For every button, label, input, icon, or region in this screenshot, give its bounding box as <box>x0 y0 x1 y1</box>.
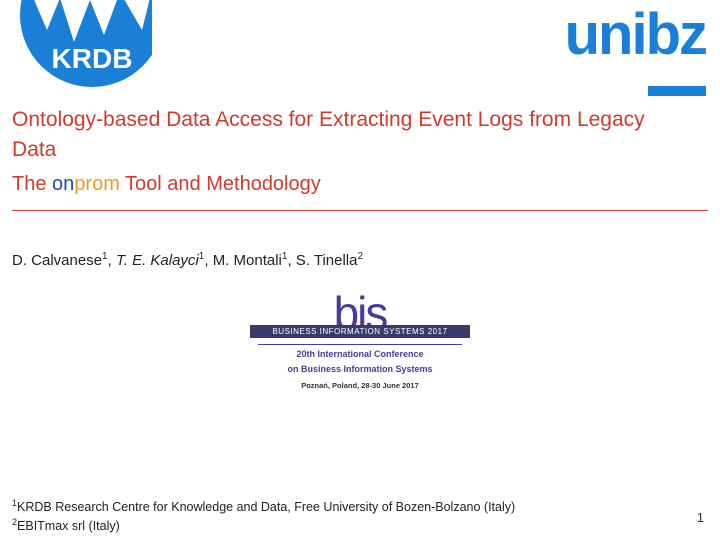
header: KRDB unibz <box>0 0 720 96</box>
bis-divider <box>258 344 462 345</box>
conference-location: Poznań, Poland, 28-30 June 2017 <box>250 381 470 390</box>
title-line-2: Data <box>12 136 708 164</box>
unibz-logo-text: unibz <box>565 0 706 64</box>
author-3: M. Montali <box>213 252 282 269</box>
page-number: 1 <box>697 510 704 525</box>
author-1: D. Calvanese <box>12 252 102 269</box>
subtitle: The onprom Tool and Methodology <box>12 171 708 198</box>
conference-subtitle-2: on Business Information Systems <box>250 364 470 375</box>
conference-subtitle-1: 20th International Conference <box>250 349 470 360</box>
bis-banner: BUSINESS INFORMATION SYSTEMS 2017 <box>250 325 470 338</box>
subtitle-prefix: The <box>12 173 52 195</box>
conference-logo: bis BUSINESS INFORMATION SYSTEMS 2017 20… <box>250 295 470 390</box>
title-block: Ontology-based Data Access for Extractin… <box>0 96 720 198</box>
author-sep-2: , <box>204 252 212 269</box>
onprom-prom: prom <box>74 173 120 195</box>
title-line-1: Ontology-based Data Access for Extractin… <box>12 106 708 134</box>
unibz-logo: unibz <box>565 0 708 96</box>
author-sep-3: , <box>287 252 295 269</box>
affiliation-2: 2EBITmax srl (Italy) <box>12 516 515 535</box>
affiliation-1: 1KRDB Research Centre for Knowledge and … <box>12 497 515 516</box>
author-sep-1: , <box>108 252 116 269</box>
krdb-logo: KRDB <box>12 0 152 90</box>
author-4: S. Tinella <box>296 252 358 269</box>
authors: D. Calvanese1, T. E. Kalayci1, M. Montal… <box>0 211 720 269</box>
unibz-logo-bar <box>648 86 706 96</box>
krdb-logo-text: KRDB <box>52 43 133 74</box>
author-2: T. E. Kalayci <box>116 252 199 269</box>
affiliation-1-text: KRDB Research Centre for Knowledge and D… <box>17 500 515 514</box>
onprom-on: on <box>52 173 74 195</box>
affiliations: 1KRDB Research Centre for Knowledge and … <box>12 497 515 535</box>
subtitle-suffix: Tool and Methodology <box>120 173 321 195</box>
author-4-aff: 2 <box>357 251 363 262</box>
affiliation-2-text: EBITmax srl (Italy) <box>17 519 120 533</box>
